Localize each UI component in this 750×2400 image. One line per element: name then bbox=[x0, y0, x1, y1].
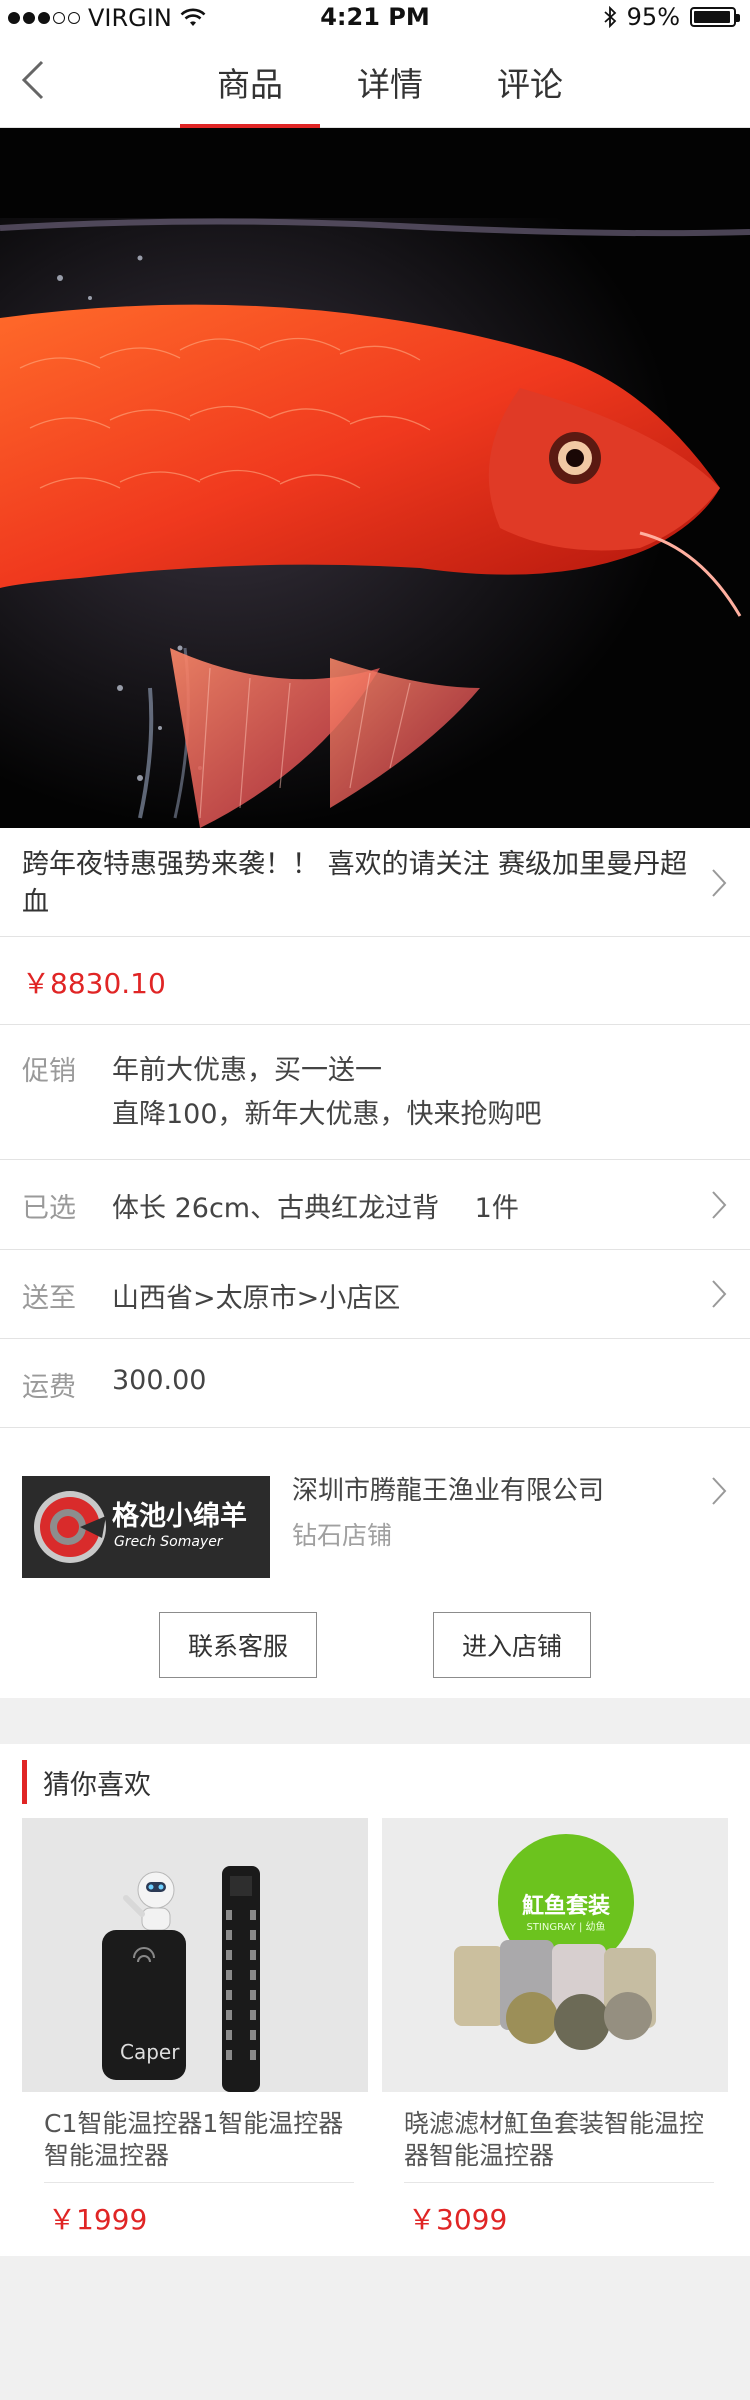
selected-label: 已选 bbox=[22, 1193, 76, 1224]
shipping-label: 运费 bbox=[22, 1372, 76, 1403]
divider bbox=[44, 2182, 354, 2183]
recommend-card[interactable]: 魟鱼套装 STINGRAY | 幼鱼 晓滤滤材魟鱼套装智能温控器智能温控器 ￥3… bbox=[382, 1818, 728, 2254]
promotion-line: 直降100，新年大优惠，快来抢购吧 bbox=[112, 1099, 542, 1130]
recommend-card[interactable]: Caper C1智能温控器1智能温控器智能温控器 ￥1999 bbox=[22, 1818, 368, 2254]
thermostat-product-image bbox=[22, 1818, 368, 2092]
nav-bar: 商品 详情 评论 bbox=[0, 36, 750, 128]
product-badge-title: 魟鱼套装 bbox=[521, 1894, 610, 1919]
shop-logo-subtext: Grech Somayer bbox=[114, 1534, 223, 1550]
shipping-fee: 300.00 bbox=[112, 1365, 207, 1396]
filter-media-product-image bbox=[382, 1818, 728, 2092]
product-badge-subtitle: STINGRAY | 幼鱼 bbox=[526, 1922, 606, 1933]
product-thumbnail: 魟鱼套装 STINGRAY | 幼鱼 bbox=[382, 1818, 728, 2092]
recommend-item-name: 晓滤滤材魟鱼套装智能温控器智能温控器 bbox=[404, 2109, 705, 2170]
contact-service-button[interactable]: 联系客服 bbox=[159, 1612, 317, 1678]
shop-logo-text: 格池小绵羊 bbox=[112, 1501, 247, 1532]
promotion-line: 年前大优惠，买一送一 bbox=[112, 1055, 382, 1086]
section-accent-bar bbox=[22, 1760, 27, 1804]
recommend-item-price: ￥3099 bbox=[408, 2203, 508, 2236]
selected-value: 体长 26cm、古典红龙过背 1件 bbox=[112, 1193, 519, 1224]
arowana-fish-image bbox=[0, 128, 750, 828]
shop-name[interactable]: 深圳市腾龍王渔业有限公司 bbox=[292, 1470, 604, 1507]
deliver-address: 山西省>太原市>小店区 bbox=[112, 1283, 401, 1314]
status-right: 95% bbox=[603, 3, 740, 31]
product-thumbnail: Caper bbox=[22, 1818, 368, 2092]
recommend-item-name: C1智能温控器1智能温控器智能温控器 bbox=[44, 2109, 344, 2170]
promotion-label: 促销 bbox=[22, 1056, 76, 1087]
tab-product[interactable]: 商品 bbox=[180, 36, 320, 128]
product-title-row[interactable]: 跨年夜特惠强势来袭！！ 喜欢的请关注 赛级加里曼丹超血 bbox=[0, 828, 750, 936]
price-row: ￥8830.10 bbox=[0, 937, 750, 1024]
chevron-right-icon bbox=[712, 1191, 727, 1219]
battery-fill bbox=[694, 11, 731, 23]
promotion-row: 促销 年前大优惠，买一送一 直降100，新年大优惠，快来抢购吧 bbox=[0, 1025, 750, 1159]
back-button[interactable] bbox=[18, 58, 58, 106]
shop-level: 钻石店铺 bbox=[292, 1521, 393, 1550]
brand-label: Caper bbox=[120, 2040, 180, 2064]
bluetooth-icon bbox=[604, 6, 616, 28]
status-bar: VIRGIN 4:21 PM 95% bbox=[0, 0, 750, 36]
chevron-right-icon bbox=[712, 869, 727, 897]
shop-section: 格池小绵羊 Grech Somayer 深圳市腾龍王渔业有限公司 钻石店铺 联系… bbox=[0, 1428, 750, 1698]
recommendations-title: 猜你喜欢 bbox=[43, 1769, 151, 1801]
promotion-lines: 年前大优惠，买一送一 直降100，新年大优惠，快来抢购吧 bbox=[112, 1049, 542, 1137]
chevron-left-icon bbox=[21, 60, 44, 100]
product-hero-image[interactable] bbox=[0, 128, 750, 828]
product-title: 跨年夜特惠强势来袭！！ 喜欢的请关注 赛级加里曼丹超血 bbox=[22, 849, 688, 918]
deliver-label: 送至 bbox=[22, 1283, 76, 1314]
shipping-fee-row: 运费 300.00 bbox=[0, 1339, 750, 1427]
battery-icon bbox=[690, 7, 740, 27]
shop-logo[interactable]: 格池小绵羊 Grech Somayer bbox=[22, 1476, 270, 1578]
recommendations-header: 猜你喜欢 bbox=[22, 1760, 151, 1804]
selected-spec-row[interactable]: 已选 体长 26cm、古典红龙过背 1件 bbox=[0, 1160, 750, 1249]
chevron-right-icon[interactable] bbox=[710, 1476, 728, 1506]
product-price: ￥8830.10 bbox=[22, 967, 166, 1000]
nav-tabs: 商品 详情 评论 bbox=[180, 36, 600, 128]
tab-reviews[interactable]: 评论 bbox=[460, 36, 600, 128]
tab-details[interactable]: 详情 bbox=[320, 36, 460, 128]
divider bbox=[404, 2182, 714, 2183]
recommendations-section: 猜你喜欢 Caper C1智能温控器1智能温控器智能温控器 ￥1999 魟鱼套装… bbox=[0, 1744, 750, 2256]
chevron-right-icon bbox=[712, 1280, 727, 1308]
product-detail-page: VIRGIN 4:21 PM 95% 商品 详情 评论 跨年夜特惠强势来袭！！ … bbox=[0, 0, 750, 2400]
recommend-item-price: ￥1999 bbox=[48, 2203, 148, 2236]
battery-percent: 95% bbox=[626, 3, 680, 31]
enter-shop-button[interactable]: 进入店铺 bbox=[433, 1612, 591, 1678]
deliver-to-row[interactable]: 送至 山西省>太原市>小店区 bbox=[0, 1250, 750, 1338]
